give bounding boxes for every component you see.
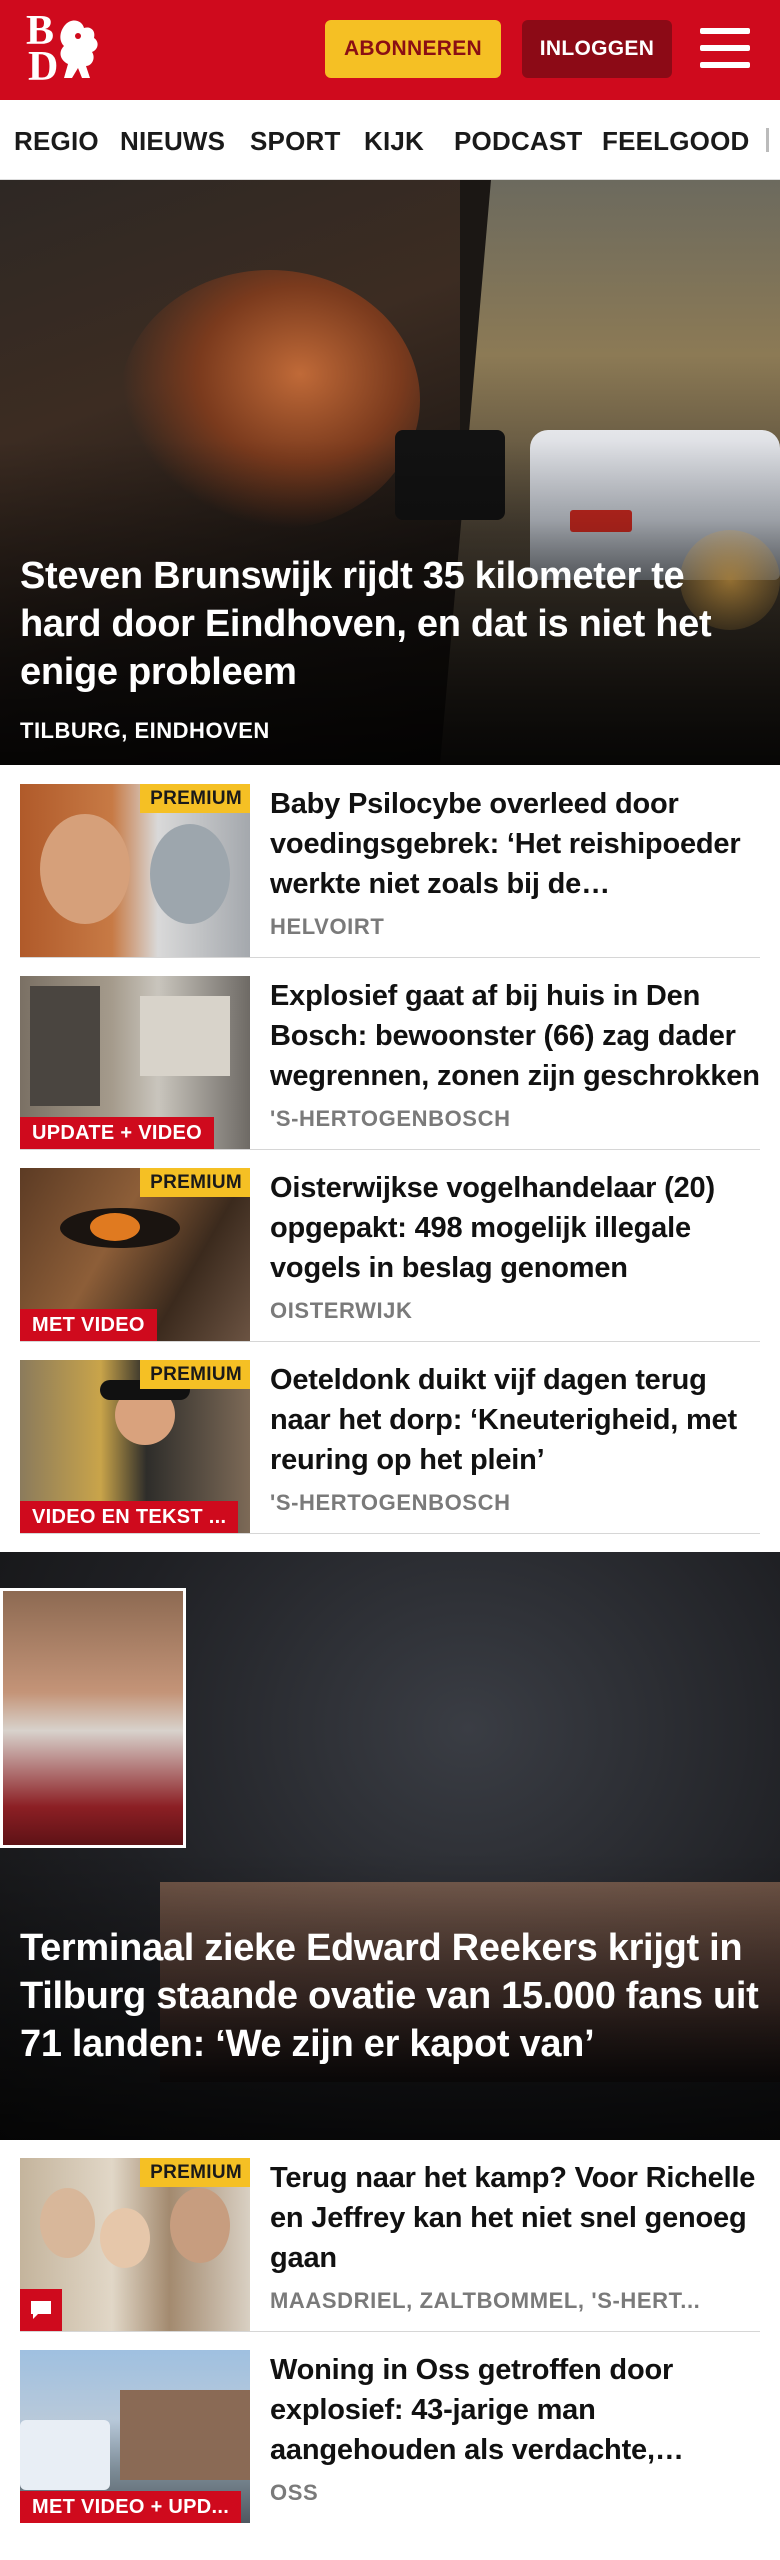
thumb-figure-right <box>150 824 230 924</box>
lion-icon <box>60 20 98 78</box>
thumb-house <box>120 2390 250 2480</box>
nav-overflow-indicator <box>766 128 769 152</box>
article-title[interactable]: Terug naar het kamp? Voor Richelle en Je… <box>270 2158 760 2278</box>
article-tag: UPDATE + VIDEO <box>20 1117 214 1149</box>
thumb-person-2 <box>100 2208 150 2268</box>
article-tag: MET VIDEO + UPD... <box>20 2491 242 2523</box>
thumb-door <box>30 986 100 1106</box>
article-thumbnail[interactable]: PREMIUM <box>20 2158 250 2331</box>
premium-badge: PREMIUM <box>140 1168 250 1197</box>
article-item[interactable]: UPDATE + VIDEO Explosief gaat af bij hui… <box>20 976 760 1150</box>
bd-logo[interactable]: B D <box>26 10 118 90</box>
nav-item-regio[interactable]: REGIO <box>14 126 99 157</box>
hero-title[interactable]: Steven Brunswijk rijdt 35 kilometer te h… <box>20 552 770 696</box>
comment-icon <box>20 2289 62 2331</box>
premium-badge: PREMIUM <box>140 1360 250 1389</box>
article-title[interactable]: Woning in Oss getroffen door explosief: … <box>270 2350 760 2470</box>
thumb-figure-left <box>40 814 130 924</box>
article-title[interactable]: Oeteldonk duikt vijf dagen terug naar he… <box>270 1360 760 1480</box>
article-location: MAASDRIEL, ZALTBOMMEL, 'S-HERT... <box>270 2288 701 2313</box>
article-title[interactable]: Explosief gaat af bij huis in Den Bosch:… <box>270 976 760 1096</box>
article-item[interactable]: PREMIUM MET VIDEO Oisterwijkse vogelhand… <box>20 1168 760 1342</box>
article-item[interactable]: PREMIUM VIDEO EN TEKST ... Oeteldonk dui… <box>20 1360 760 1534</box>
article-thumbnail[interactable]: PREMIUM <box>20 784 250 957</box>
thumb-person-1 <box>40 2188 95 2258</box>
hero-location: TILBURG, EINDHOVEN <box>20 718 270 743</box>
nav-item-sport[interactable]: SPORT <box>250 126 341 157</box>
nav-item-kijk[interactable]: KIJK <box>364 126 424 157</box>
article-location: HELVOIRT <box>270 914 385 939</box>
article-item[interactable]: PREMIUM Baby Psilocybe overleed door voe… <box>20 784 760 958</box>
login-button[interactable]: INLOGGEN <box>522 20 672 78</box>
logo-letter-d: D <box>28 44 59 90</box>
article-thumbnail[interactable]: UPDATE + VIDEO <box>20 976 250 1149</box>
article-item[interactable]: PREMIUM Terug naar het kamp? Voor Richel… <box>20 2158 760 2332</box>
premium-badge: PREMIUM <box>140 784 250 813</box>
article-thumbnail[interactable]: PREMIUM MET VIDEO <box>20 1168 250 1341</box>
top-header: B D ABONNEREN INLOGGEN <box>0 0 780 100</box>
hero2-portrait-image <box>3 1591 183 1845</box>
article-location: OISTERWIJK <box>270 1298 413 1323</box>
hero2-title[interactable]: Terminaal zieke Edward Reekers krijgt in… <box>20 1924 760 2068</box>
hamburger-menu-icon[interactable] <box>700 24 752 72</box>
article-location: 'S-HERTOGENBOSCH <box>270 1490 511 1515</box>
article-title[interactable]: Oisterwijkse vogelhandelaar (20) opgepak… <box>270 1168 760 1288</box>
article-tag: VIDEO EN TEKST ... <box>20 1501 239 1533</box>
premium-badge: PREMIUM <box>140 2158 250 2187</box>
thumb-window <box>140 996 230 1076</box>
article-tag: MET VIDEO <box>20 1309 157 1341</box>
article-location: OSS <box>270 2480 319 2505</box>
article-thumbnail[interactable]: PREMIUM VIDEO EN TEKST ... <box>20 1360 250 1533</box>
nav-item-podcast[interactable]: PODCAST <box>454 126 583 157</box>
subscribe-button[interactable]: ABONNEREN <box>325 20 501 78</box>
nav-item-nieuws[interactable]: NIEUWS <box>120 126 225 157</box>
hero-article[interactable]: Steven Brunswijk rijdt 35 kilometer te h… <box>0 180 780 765</box>
hero-article-2[interactable]: Terminaal zieke Edward Reekers krijgt in… <box>0 1552 780 2140</box>
article-item[interactable]: MET VIDEO + UPD... Woning in Oss getroff… <box>20 2350 760 2524</box>
nav-item-feelgood[interactable]: FEELGOOD <box>602 126 750 157</box>
hero2-inset-portrait <box>0 1588 186 1848</box>
thumb-person-3 <box>170 2188 230 2263</box>
thumb-beak <box>90 1213 140 1241</box>
article-location: 'S-HERTOGENBOSCH <box>270 1106 511 1131</box>
article-thumbnail[interactable]: MET VIDEO + UPD... <box>20 2350 250 2523</box>
article-title[interactable]: Baby Psilocybe overleed door voedingsgeb… <box>270 784 760 904</box>
thumb-police-van <box>20 2420 110 2490</box>
category-nav: REGIO NIEUWS SPORT KIJK PODCAST FEELGOOD <box>0 100 780 180</box>
